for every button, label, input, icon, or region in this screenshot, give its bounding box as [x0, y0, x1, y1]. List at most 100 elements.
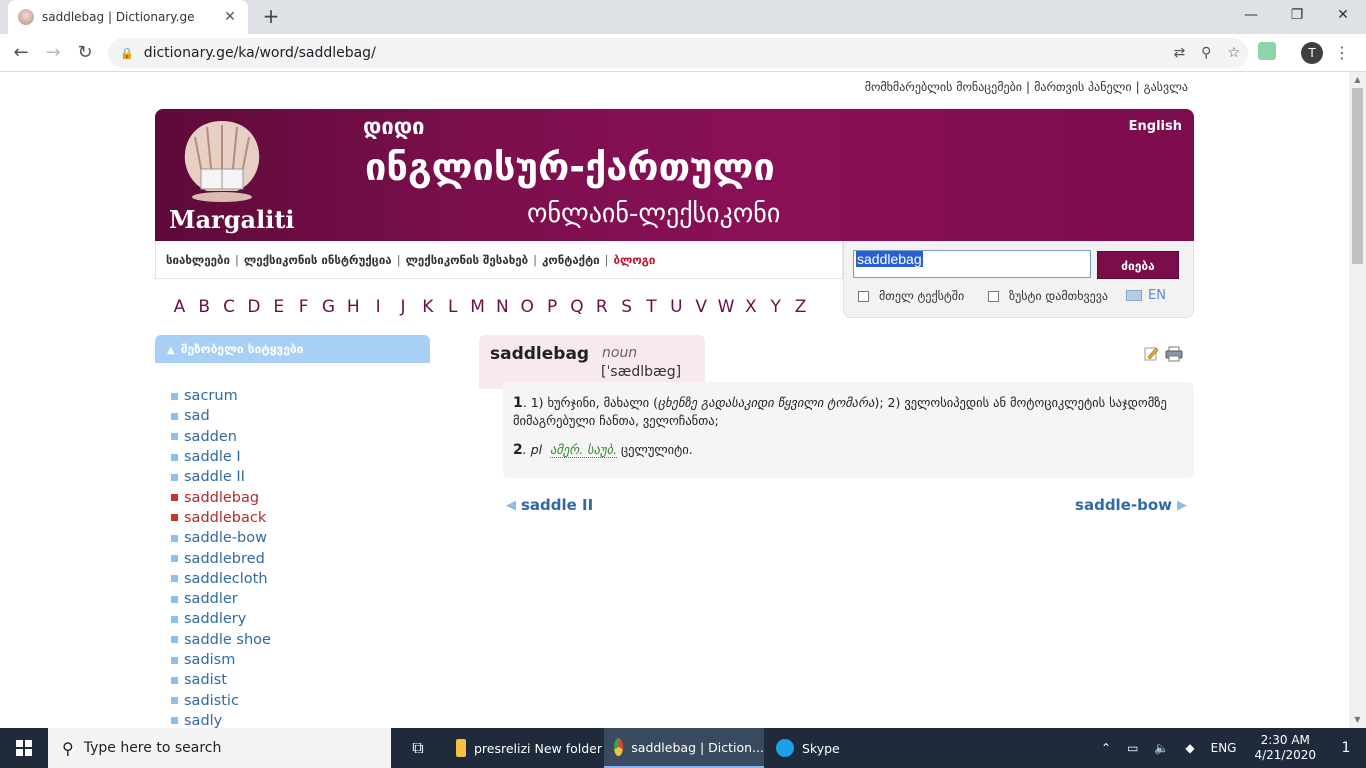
- letter-link[interactable]: T: [639, 297, 664, 317]
- letter-link[interactable]: N: [490, 297, 515, 317]
- edit-pencil-icon[interactable]: [1144, 346, 1159, 361]
- next-word-link[interactable]: saddle-bow ▶: [1075, 496, 1192, 514]
- close-window-button[interactable]: ✕: [1320, 0, 1366, 30]
- volume-icon[interactable]: 🔈: [1154, 741, 1169, 755]
- list-item[interactable]: sadden: [171, 427, 271, 447]
- letter-link[interactable]: Q: [565, 297, 590, 317]
- word-link[interactable]: sadism: [184, 652, 235, 668]
- list-item[interactable]: sad: [171, 406, 271, 426]
- list-item[interactable]: saddle II: [171, 467, 271, 487]
- translate-icon[interactable]: ⇄: [1173, 45, 1185, 61]
- clock[interactable]: 2:30 AM 4/21/2020: [1254, 733, 1316, 763]
- list-item[interactable]: saddlecloth: [171, 569, 271, 589]
- letter-link[interactable]: I: [366, 297, 391, 317]
- list-item[interactable]: sadly: [171, 711, 271, 728]
- list-item[interactable]: saddlery: [171, 609, 271, 629]
- forward-arrow-icon[interactable]: →: [38, 38, 68, 68]
- letter-link[interactable]: D: [242, 297, 267, 317]
- nav-about[interactable]: ლექსიკონის შესახებ: [406, 253, 529, 267]
- admin-panel-link[interactable]: მართვის პანელი: [1034, 80, 1132, 94]
- letter-link[interactable]: Z: [788, 297, 813, 317]
- back-arrow-icon[interactable]: ←: [6, 38, 36, 68]
- letter-link[interactable]: P: [540, 297, 565, 317]
- word-link[interactable]: saddle shoe: [184, 632, 271, 648]
- word-link[interactable]: saddle II: [184, 469, 245, 485]
- list-item[interactable]: sadistic: [171, 690, 271, 710]
- word-link[interactable]: sadistic: [184, 693, 239, 709]
- input-language[interactable]: ENG: [1211, 741, 1237, 755]
- user-profile-link[interactable]: მომხმარებლის მონაცემები: [865, 80, 1022, 94]
- letter-link[interactable]: L: [440, 297, 465, 317]
- letter-link[interactable]: A: [167, 297, 192, 317]
- word-link[interactable]: sadist: [184, 672, 227, 688]
- letter-link[interactable]: M: [465, 297, 490, 317]
- list-item[interactable]: sadist: [171, 670, 271, 690]
- start-button[interactable]: [0, 728, 48, 768]
- tray-chevron-up-icon[interactable]: ⌃: [1101, 741, 1111, 755]
- logout-link[interactable]: გასვლა: [1144, 80, 1188, 94]
- word-link[interactable]: saddleback: [184, 510, 266, 526]
- list-item[interactable]: saddle shoe: [171, 630, 271, 650]
- browser-tab[interactable]: saddlebag | Dictionary.ge ✕: [8, 0, 248, 34]
- letter-link[interactable]: Y: [763, 297, 788, 317]
- taskbar-app-explorer[interactable]: presrelizi New folder: [446, 728, 602, 768]
- exact-match-option[interactable]: ზუსტი დამთხვევა: [988, 289, 1108, 303]
- task-view-icon[interactable]: ⧉: [398, 728, 438, 768]
- dropbox-icon[interactable]: ◆: [1185, 741, 1194, 755]
- letter-link[interactable]: B: [192, 297, 217, 317]
- letter-link[interactable]: U: [664, 297, 689, 317]
- letter-link[interactable]: V: [689, 297, 714, 317]
- fulltext-option[interactable]: მთელ ტექსტში: [858, 289, 964, 303]
- letter-link[interactable]: O: [515, 297, 540, 317]
- list-item[interactable]: saddlebred: [171, 548, 271, 568]
- address-bar[interactable]: 🔒 dictionary.ge/ka/word/saddlebag/ ⇄ ⚲ ☆: [108, 38, 1248, 68]
- letter-link[interactable]: X: [738, 297, 763, 317]
- exact-match-checkbox[interactable]: [988, 290, 999, 302]
- letter-link[interactable]: S: [614, 297, 639, 317]
- word-link[interactable]: sadden: [184, 429, 237, 445]
- neighbor-words-header[interactable]: ▲ მეზობელი სიტყვები: [155, 335, 430, 363]
- nav-blog[interactable]: ბლოგი: [614, 253, 656, 267]
- letter-link[interactable]: J: [391, 297, 416, 317]
- nav-instructions[interactable]: ლექსიკონის ინსტრუქცია: [244, 253, 392, 267]
- notification-center-icon[interactable]: 1: [1326, 728, 1366, 768]
- usage-label-link[interactable]: ამერ. საუბ.: [550, 442, 618, 458]
- profile-avatar[interactable]: T: [1301, 42, 1323, 64]
- letter-link[interactable]: E: [266, 297, 291, 317]
- word-link[interactable]: sadly: [184, 713, 222, 728]
- new-tab-button[interactable]: +: [258, 4, 284, 30]
- word-link[interactable]: sacrum: [184, 388, 238, 404]
- english-language-link[interactable]: English: [1129, 119, 1182, 134]
- shell-logo-icon[interactable]: [177, 117, 267, 207]
- letter-link[interactable]: K: [415, 297, 440, 317]
- page-scrollbar[interactable]: ▲ ▼: [1349, 72, 1366, 728]
- nav-contact[interactable]: კონტაქტი: [542, 253, 600, 267]
- word-link[interactable]: sad: [184, 408, 210, 424]
- letter-link[interactable]: C: [217, 297, 242, 317]
- keyboard-lang-toggle[interactable]: EN: [1126, 288, 1166, 303]
- word-link[interactable]: saddlebred: [184, 551, 265, 567]
- bookmark-star-icon[interactable]: ☆: [1227, 45, 1240, 61]
- zoom-icon[interactable]: ⚲: [1201, 45, 1211, 61]
- taskbar-app-chrome[interactable]: saddlebag | Diction...: [604, 728, 764, 768]
- letter-link[interactable]: W: [714, 297, 739, 317]
- letter-link[interactable]: H: [341, 297, 366, 317]
- print-icon[interactable]: [1165, 346, 1183, 362]
- taskbar-app-skype[interactable]: Skype: [766, 728, 866, 768]
- word-link[interactable]: saddlery: [184, 611, 246, 627]
- word-link[interactable]: saddlebag: [184, 490, 259, 506]
- list-item-active[interactable]: saddlebag: [171, 487, 271, 507]
- taskbar-search-box[interactable]: ⚲ Type here to search: [48, 728, 391, 768]
- search-button[interactable]: ძიება: [1097, 251, 1179, 279]
- browser-menu-icon[interactable]: ⋮: [1334, 40, 1350, 66]
- scroll-down-icon[interactable]: ▼: [1349, 712, 1366, 728]
- maximize-button[interactable]: ❐: [1274, 0, 1320, 30]
- letter-link[interactable]: R: [589, 297, 614, 317]
- reload-icon[interactable]: ↻: [70, 38, 100, 68]
- tab-close-icon[interactable]: ✕: [222, 9, 238, 25]
- list-item[interactable]: saddle-bow: [171, 528, 271, 548]
- list-item[interactable]: saddle I: [171, 447, 271, 467]
- word-link[interactable]: saddle-bow: [184, 530, 267, 546]
- scroll-up-icon[interactable]: ▲: [1349, 72, 1366, 88]
- fulltext-checkbox[interactable]: [858, 290, 869, 302]
